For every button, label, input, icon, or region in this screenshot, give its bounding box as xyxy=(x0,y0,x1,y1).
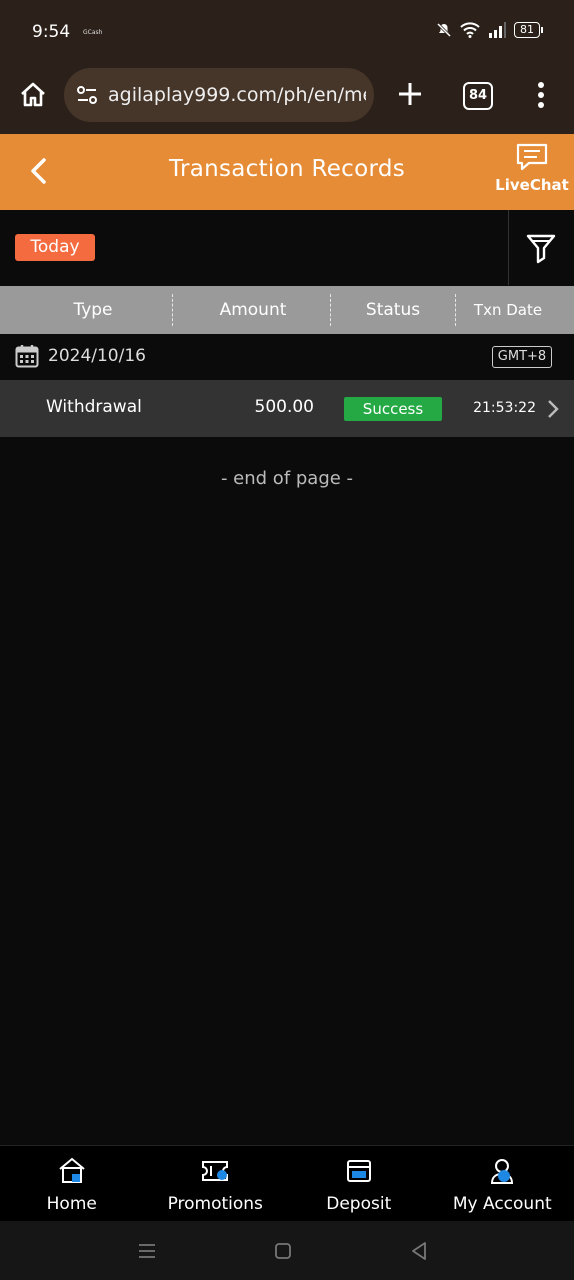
wifi-icon xyxy=(460,22,480,38)
url-text[interactable]: agilaplay999.com/ph/en/men xyxy=(108,84,366,106)
mute-icon xyxy=(436,22,452,38)
transaction-type: Withdrawal xyxy=(46,397,142,417)
status-badge: Success xyxy=(344,397,442,421)
user-icon xyxy=(491,1159,514,1184)
nav-item-promotions[interactable]: Promotions xyxy=(144,1146,288,1222)
column-header-type: Type xyxy=(73,300,113,320)
more-menu-icon[interactable] xyxy=(531,80,551,110)
home-icon xyxy=(59,1157,85,1183)
column-divider xyxy=(172,294,173,326)
transaction-amount: 500.00 xyxy=(254,397,314,417)
calendar-icon xyxy=(15,345,39,368)
transaction-time: 21:53:22 xyxy=(473,400,536,416)
address-bar[interactable]: agilaplay999.com/ph/en/men xyxy=(64,68,374,122)
column-header-status: Status xyxy=(365,300,421,320)
signal-icon xyxy=(489,22,506,38)
recent-apps-icon[interactable] xyxy=(136,1240,158,1262)
livechat-label: LiveChat xyxy=(495,176,569,194)
column-divider xyxy=(330,294,331,326)
bottom-nav: Home Promotions Deposit My Account xyxy=(0,1145,574,1222)
wallet-icon xyxy=(346,1160,371,1182)
column-header-txn-date: Txn Date xyxy=(473,301,543,319)
column-header-amount: Amount xyxy=(219,300,287,320)
column-divider xyxy=(455,294,456,326)
site-settings-icon[interactable] xyxy=(76,84,98,106)
status-icons: 81 xyxy=(436,22,543,38)
tab-count-button[interactable]: 84 xyxy=(463,82,493,110)
nav-label-deposit: Deposit xyxy=(326,1194,392,1214)
date-filter-chip[interactable]: Today xyxy=(15,234,95,261)
home-icon[interactable] xyxy=(18,80,48,110)
nav-label-home: Home xyxy=(46,1194,97,1214)
back-button-icon[interactable] xyxy=(408,1240,430,1262)
nav-label-my-account: My Account xyxy=(452,1194,552,1214)
ticket-icon xyxy=(202,1161,229,1181)
notification-app-hint: GCash xyxy=(83,29,103,36)
nav-item-home[interactable]: Home xyxy=(0,1146,144,1222)
page-title: Transaction Records xyxy=(168,156,406,182)
filter-funnel-icon[interactable] xyxy=(526,232,556,264)
home-button-icon[interactable] xyxy=(272,1240,294,1262)
livechat-button[interactable]: LiveChat xyxy=(490,142,574,204)
nav-item-deposit[interactable]: Deposit xyxy=(287,1146,431,1222)
group-date: 2024/10/16 xyxy=(48,346,146,366)
status-time: 9:54 xyxy=(32,22,71,42)
chevron-right-icon[interactable] xyxy=(546,398,560,420)
nav-item-my-account[interactable]: My Account xyxy=(431,1146,574,1222)
nav-label-promotions: Promotions xyxy=(167,1194,263,1214)
filter-divider xyxy=(508,210,509,285)
end-of-page-text: - end of page - xyxy=(220,468,354,489)
chat-bubble-icon xyxy=(516,143,548,171)
new-tab-icon[interactable] xyxy=(396,80,424,108)
battery-icon: 81 xyxy=(514,22,543,38)
timezone-badge: GMT+8 xyxy=(492,346,552,368)
